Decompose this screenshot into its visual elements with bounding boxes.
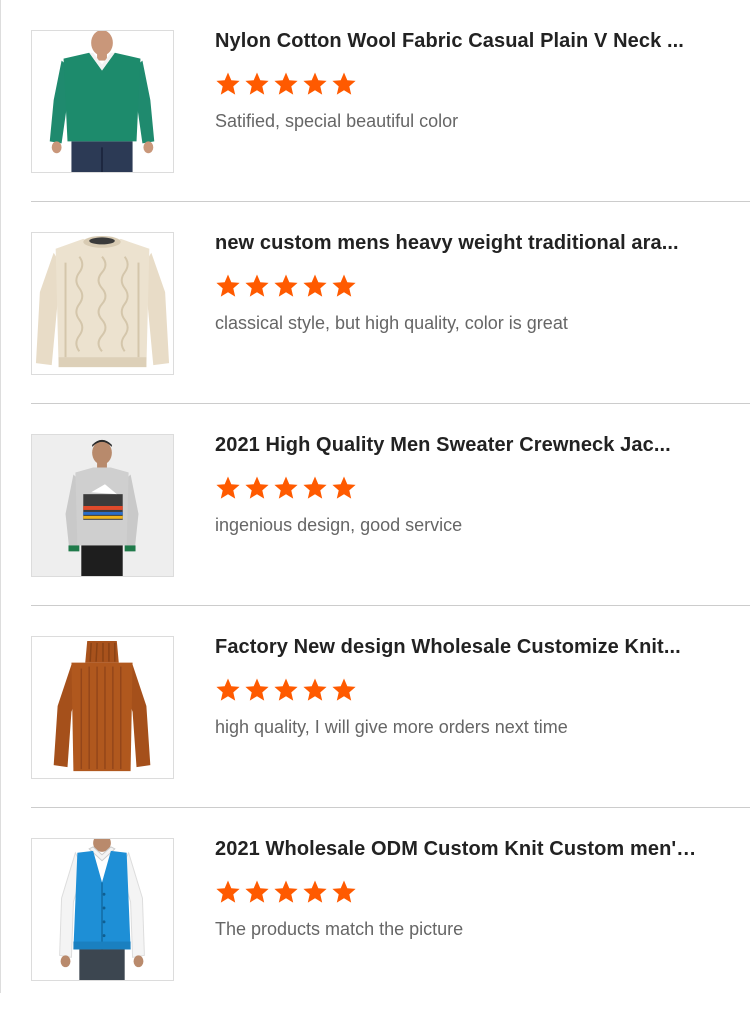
star-icon: [331, 677, 357, 703]
review-item: 2021 High Quality Men Sweater Crewneck J…: [31, 404, 750, 606]
star-icon: [244, 475, 270, 501]
star-icon: [273, 273, 299, 299]
star-icon: [273, 879, 299, 905]
review-comment: ingenious design, good service: [215, 515, 463, 535]
review-info: Nylon Cotton Wool Fabric Casual Plain V …: [215, 28, 715, 133]
star-icon: [244, 273, 270, 299]
star-icon: [215, 71, 241, 97]
review-list: Nylon Cotton Wool Fabric Casual Plain V …: [31, 0, 750, 1010]
product-title[interactable]: 2021 High Quality Men Sweater Crewneck J…: [215, 432, 705, 458]
rating-stars: [215, 677, 715, 703]
star-icon: [273, 677, 299, 703]
star-icon: [331, 879, 357, 905]
product-title[interactable]: new custom mens heavy weight traditional…: [215, 230, 705, 256]
rating-stars: [215, 475, 715, 501]
star-icon: [273, 71, 299, 97]
star-icon: [302, 273, 328, 299]
star-icon: [302, 677, 328, 703]
star-icon: [331, 475, 357, 501]
star-icon: [302, 879, 328, 905]
rating-stars: [215, 71, 715, 97]
star-icon: [215, 879, 241, 905]
product-image-blue-knit-vest[interactable]: [31, 838, 174, 981]
product-image-rust-turtleneck-sweater[interactable]: [31, 636, 174, 779]
star-icon: [331, 71, 357, 97]
star-icon: [244, 879, 270, 905]
star-icon: [244, 677, 270, 703]
product-title[interactable]: 2021 Wholesale ODM Custom Knit Custom me…: [215, 836, 705, 862]
review-info: 2021 Wholesale ODM Custom Knit Custom me…: [215, 836, 715, 941]
product-title[interactable]: Factory New design Wholesale Customize K…: [215, 634, 705, 660]
review-item: Factory New design Wholesale Customize K…: [31, 606, 750, 808]
reviews-page: Nylon Cotton Wool Fabric Casual Plain V …: [0, 0, 750, 993]
review-item: Nylon Cotton Wool Fabric Casual Plain V …: [31, 0, 750, 202]
star-icon: [244, 71, 270, 97]
star-icon: [215, 677, 241, 703]
review-info: Factory New design Wholesale Customize K…: [215, 634, 715, 739]
star-icon: [215, 475, 241, 501]
review-item: 2021 Wholesale ODM Custom Knit Custom me…: [31, 808, 750, 1010]
review-comment: The products match the picture: [215, 919, 464, 939]
review-comment: classical style, but high quality, color…: [215, 313, 568, 333]
rating-stars: [215, 273, 715, 299]
review-item: new custom mens heavy weight traditional…: [31, 202, 750, 404]
star-icon: [331, 273, 357, 299]
product-image-green-v-neck-sweater[interactable]: [31, 30, 174, 173]
review-info: 2021 High Quality Men Sweater Crewneck J…: [215, 432, 715, 537]
product-title[interactable]: Nylon Cotton Wool Fabric Casual Plain V …: [215, 28, 705, 54]
star-icon: [302, 475, 328, 501]
product-image-cream-cable-knit-sweater[interactable]: [31, 232, 174, 375]
star-icon: [273, 475, 299, 501]
product-image-grey-jacquard-sweater[interactable]: [31, 434, 174, 577]
review-info: new custom mens heavy weight traditional…: [215, 230, 715, 335]
review-comment: Satified, special beautiful color: [215, 111, 459, 131]
star-icon: [215, 273, 241, 299]
review-comment: high quality, I will give more orders ne…: [215, 717, 568, 737]
rating-stars: [215, 879, 715, 905]
star-icon: [302, 71, 328, 97]
